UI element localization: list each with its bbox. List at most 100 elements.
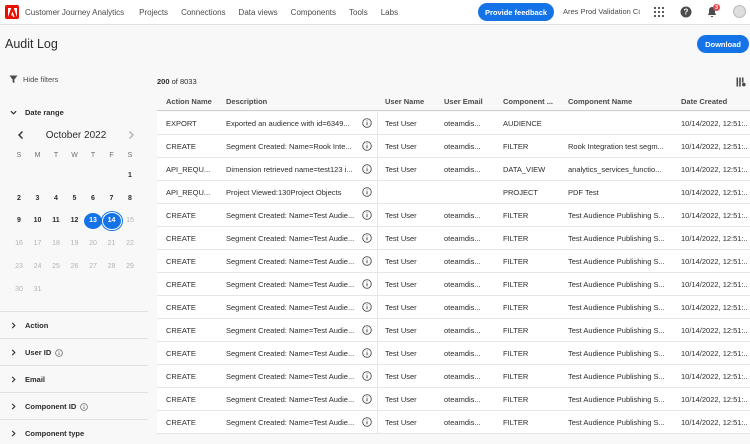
cell-action-name: EXPORT bbox=[166, 119, 197, 128]
help-icon[interactable]: ? bbox=[680, 6, 692, 18]
column-divider bbox=[377, 250, 378, 273]
calendar-day[interactable]: 4 bbox=[47, 191, 65, 207]
table-row[interactable]: CREATE Segment Created: Name=Test Audie..… bbox=[157, 273, 750, 296]
info-icon[interactable] bbox=[362, 279, 372, 289]
cell-action-name: API_REQU... bbox=[166, 165, 211, 174]
filter-action-label: Action bbox=[25, 321, 49, 330]
cell-component-name: Rook Integration test segm... bbox=[568, 142, 664, 151]
avatar[interactable] bbox=[733, 5, 746, 18]
nav-data-views[interactable]: Data views bbox=[239, 8, 278, 17]
nav-components[interactable]: Components bbox=[291, 8, 336, 17]
filter-date-range[interactable]: Date range bbox=[10, 108, 147, 117]
filter-action[interactable]: Action bbox=[10, 321, 147, 330]
nav-labs[interactable]: Labs bbox=[381, 8, 398, 17]
table-row[interactable]: CREATE Segment Created: Name=Test Audie..… bbox=[157, 204, 750, 227]
download-button[interactable]: Download bbox=[697, 35, 749, 53]
table-row[interactable]: CREATE Segment Created: Name=Test Audie..… bbox=[157, 227, 750, 250]
col-user-name[interactable]: User Name bbox=[385, 97, 440, 106]
info-icon[interactable] bbox=[362, 325, 372, 335]
cell-user-email: oteamdis... bbox=[444, 418, 481, 427]
info-icon[interactable] bbox=[362, 302, 372, 312]
cell-date-created: 10/14/2022, 12:51:... bbox=[681, 395, 747, 404]
table-row[interactable]: CREATE Segment Created: Name=Test Audie..… bbox=[157, 319, 750, 342]
info-icon[interactable] bbox=[362, 417, 372, 427]
hide-filters-button[interactable]: Hide filters bbox=[9, 75, 58, 84]
chevron-left-icon[interactable] bbox=[16, 130, 26, 140]
cell-user-email: oteamdis... bbox=[444, 211, 481, 220]
table-row[interactable]: CREATE Segment Created: Name=Test Audie..… bbox=[157, 250, 750, 273]
cell-component-name: Test Audience Publishing S... bbox=[568, 234, 665, 243]
info-icon[interactable] bbox=[362, 118, 372, 128]
info-icon[interactable] bbox=[80, 402, 89, 411]
info-icon[interactable] bbox=[55, 348, 64, 357]
col-action-name[interactable]: Action Name bbox=[166, 97, 221, 106]
calendar-day[interactable]: 12 bbox=[66, 213, 84, 229]
column-divider bbox=[377, 319, 378, 342]
table-row[interactable]: API_REQU... Dimension retrieved name=test… bbox=[157, 158, 750, 181]
filter-email[interactable]: Email bbox=[10, 375, 147, 384]
calendar-day[interactable]: 1 bbox=[121, 168, 139, 184]
col-description[interactable]: Description bbox=[226, 97, 366, 106]
info-icon[interactable] bbox=[362, 394, 372, 404]
info-icon[interactable] bbox=[362, 141, 372, 151]
col-user-email[interactable]: User Email bbox=[444, 97, 499, 106]
calendar-day[interactable]: 13 bbox=[84, 213, 102, 230]
nav-tools[interactable]: Tools bbox=[349, 8, 368, 17]
info-icon[interactable] bbox=[362, 348, 372, 358]
calendar-day[interactable]: 3 bbox=[29, 191, 47, 207]
table-row[interactable]: CREATE Segment Created: Name=Test Audie..… bbox=[157, 365, 750, 388]
calendar-weekday: T bbox=[90, 152, 96, 159]
cell-component-name: Test Audience Publishing S... bbox=[568, 349, 665, 358]
info-icon[interactable] bbox=[362, 187, 372, 197]
calendar-day[interactable]: 2 bbox=[10, 191, 28, 207]
info-icon[interactable] bbox=[362, 210, 372, 220]
cell-date-created: 10/14/2022, 12:51:... bbox=[681, 188, 747, 197]
calendar-day[interactable]: 14 bbox=[102, 213, 121, 230]
cell-component-type: FILTER bbox=[503, 349, 529, 358]
chevron-right-icon[interactable] bbox=[126, 130, 136, 140]
result-count-shown: 200 bbox=[157, 77, 170, 86]
app-grid-icon[interactable] bbox=[653, 6, 665, 18]
calendar-day[interactable]: 8 bbox=[121, 191, 139, 207]
filter-user-id[interactable]: User ID bbox=[10, 348, 147, 357]
calendar-day[interactable]: 11 bbox=[47, 213, 65, 229]
info-icon[interactable] bbox=[362, 371, 372, 381]
column-settings-icon[interactable] bbox=[736, 77, 746, 87]
cell-date-created: 10/14/2022, 12:51:... bbox=[681, 211, 747, 220]
table-row[interactable]: CREATE Segment Created: Name=Test Audie..… bbox=[157, 411, 750, 434]
nav-projects[interactable]: Projects bbox=[139, 8, 168, 17]
app-title[interactable]: Customer Journey Analytics bbox=[25, 8, 124, 17]
calendar-day[interactable]: 6 bbox=[84, 191, 102, 207]
info-icon[interactable] bbox=[362, 164, 372, 174]
provide-feedback-button[interactable]: Provide feedback bbox=[478, 3, 554, 21]
col-date-created[interactable]: Date Created bbox=[681, 97, 747, 106]
table-row[interactable]: CREATE Segment Created: Name=Test Audie..… bbox=[157, 388, 750, 411]
table-row[interactable]: CREATE Segment Created: Name=Test Audie..… bbox=[157, 342, 750, 365]
nav-connections[interactable]: Connections bbox=[181, 8, 225, 17]
col-component-name[interactable]: Component Name bbox=[568, 97, 668, 106]
filter-component-id[interactable]: Component ID bbox=[10, 402, 147, 411]
info-icon[interactable] bbox=[362, 233, 372, 243]
org-switcher[interactable]: Ares Prod Validation Co. bbox=[563, 7, 640, 16]
calendar-day[interactable]: 10 bbox=[29, 213, 47, 229]
cell-description: Project Viewed:130Project Objects bbox=[226, 188, 342, 197]
col-component-type[interactable]: Component ... bbox=[503, 97, 561, 106]
divider bbox=[0, 311, 148, 312]
calendar-day[interactable]: 7 bbox=[103, 191, 121, 207]
calendar-day[interactable]: 5 bbox=[66, 191, 84, 207]
table-row[interactable]: API_REQU... Project Viewed:130Project Obj… bbox=[157, 181, 750, 204]
column-divider bbox=[377, 112, 378, 135]
chevron-right-icon bbox=[11, 403, 16, 410]
table-row[interactable]: EXPORT Exported an audience with id=6349.… bbox=[157, 112, 750, 135]
adobe-logo-icon[interactable] bbox=[5, 5, 19, 19]
cell-component-type: AUDIENCE bbox=[503, 119, 542, 128]
filter-component-type[interactable]: Component type bbox=[10, 429, 147, 438]
cell-date-created: 10/14/2022, 12:51:... bbox=[681, 418, 747, 427]
table-row[interactable]: CREATE Segment Created: Name=Test Audie..… bbox=[157, 296, 750, 319]
calendar-day[interactable]: 9 bbox=[10, 213, 28, 229]
calendar-day: 19 bbox=[70, 240, 79, 248]
cell-user-name: Test User bbox=[385, 119, 417, 128]
cell-date-created: 10/14/2022, 12:51:... bbox=[681, 349, 747, 358]
info-icon[interactable] bbox=[362, 256, 372, 266]
table-row[interactable]: CREATE Segment Created: Name=Rook Inte...… bbox=[157, 135, 750, 158]
